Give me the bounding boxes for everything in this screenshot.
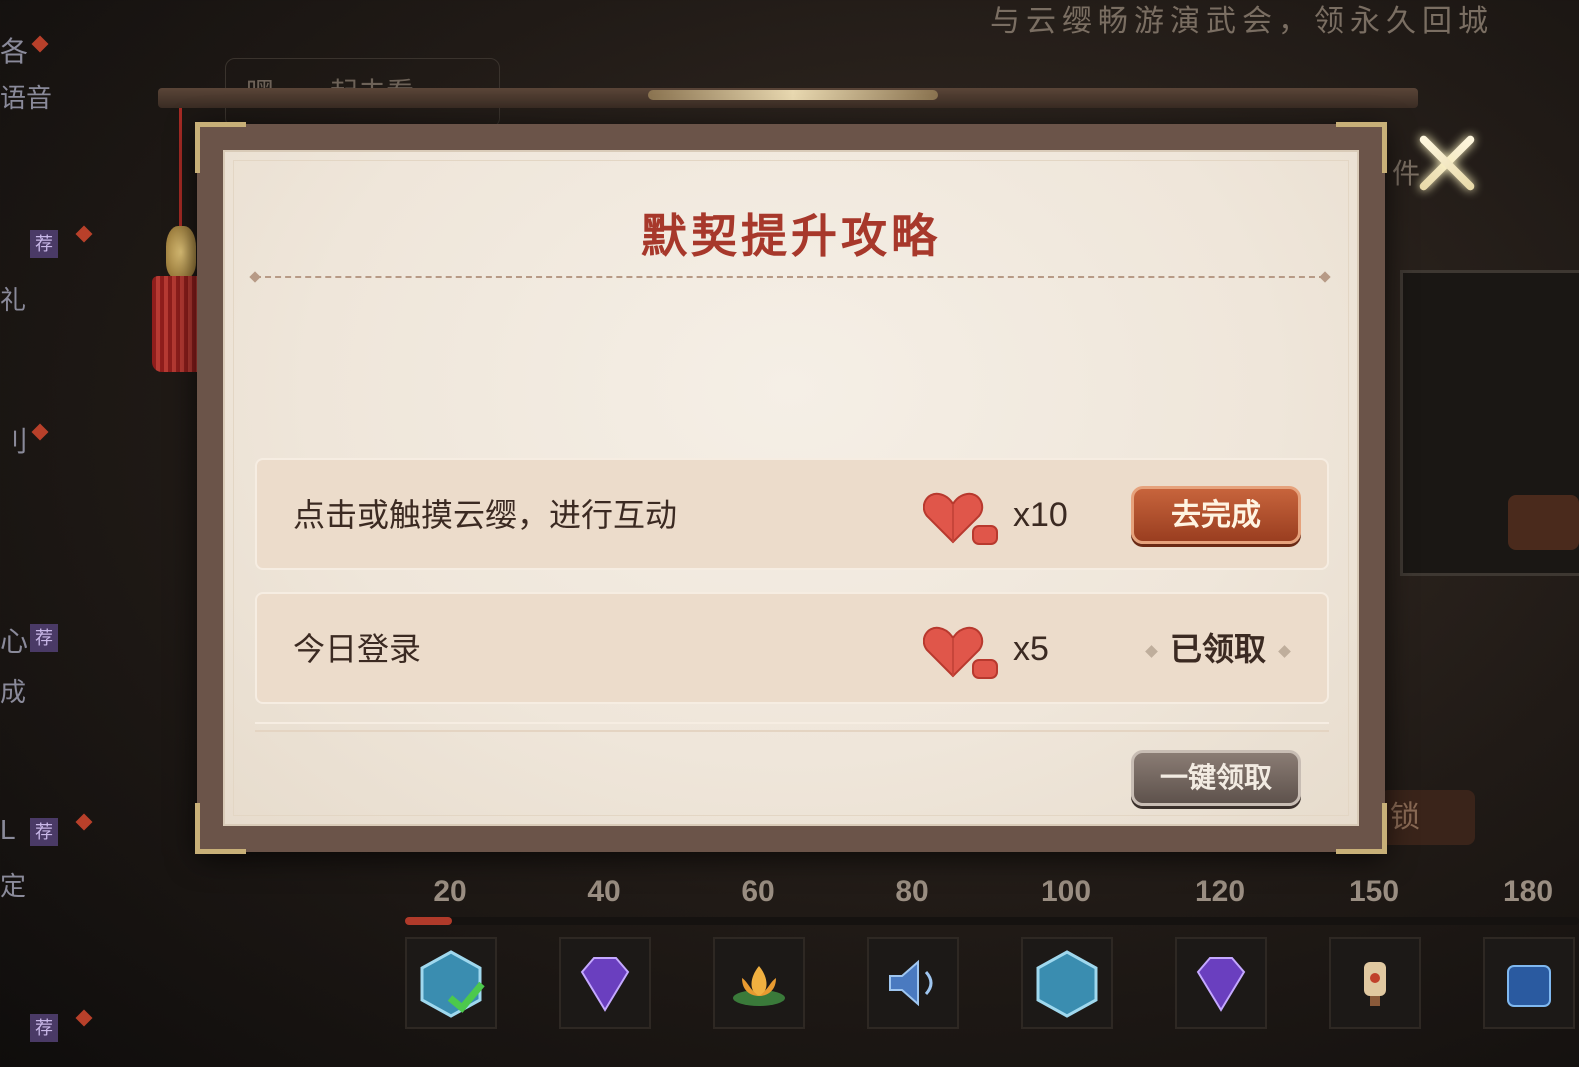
level-label: 40: [587, 875, 621, 908]
level-label: 150: [1348, 875, 1400, 908]
level-label: 100: [1040, 875, 1092, 908]
progress-track: [405, 917, 1579, 925]
reward-slot[interactable]: [559, 937, 651, 1029]
claim-all-button[interactable]: 一键领取: [1131, 750, 1301, 806]
sidebar-entry[interactable]: 刂: [0, 420, 100, 460]
recommend-badge: 荐: [30, 624, 58, 652]
tassel-cord: [179, 108, 182, 228]
level-label: 180: [1502, 875, 1554, 908]
task-row: 今日登录 x5 已领取: [255, 592, 1329, 704]
lotus-icon: [733, 966, 785, 1006]
recommend-badge: 荐: [30, 818, 58, 846]
hexagon-gem-checked-icon: [420, 950, 485, 1018]
dialog-paper: 默契提升攻略 点击或触摸云缨，进行互动 x10 去完成 今日登录 x5 已领取: [223, 150, 1359, 826]
go-complete-button[interactable]: 去完成: [1131, 486, 1301, 544]
progress-fill: [405, 917, 452, 925]
level-label: 80: [895, 875, 929, 908]
sidebar-entry[interactable]: 心 荐 成: [0, 620, 100, 707]
red-dot-icon: [31, 423, 49, 441]
sidebar-entry[interactable]: 各 语音: [0, 30, 100, 113]
side-action-button[interactable]: [1508, 495, 1579, 550]
reward-slot[interactable]: [1483, 937, 1575, 1029]
level-label: 60: [741, 875, 775, 908]
red-dot-icon: [75, 225, 93, 243]
diamond-ornament-icon: [1145, 645, 1158, 658]
level-label: 20: [433, 875, 467, 908]
dialog-title: 默契提升攻略: [641, 209, 941, 263]
level-track: 20 40 60 80 100 120 150 180: [405, 875, 1579, 1045]
red-dot-icon: [75, 1009, 93, 1027]
hexagon-gem-icon: [1036, 950, 1098, 1018]
diamond-ornament-icon: [1278, 645, 1291, 658]
reward-quantity: x5: [1013, 630, 1049, 668]
claimed-status: 已领取: [1133, 594, 1303, 704]
close-icon[interactable]: [1412, 128, 1482, 198]
reward-slot[interactable]: [713, 937, 805, 1029]
reward-slot[interactable]: [1175, 937, 1267, 1029]
lock-button[interactable]: 锁: [1380, 790, 1475, 845]
red-dot-icon: [31, 35, 49, 53]
sidebar-entry[interactable]: L 荐 定: [0, 813, 100, 901]
left-sidebar: 各 语音 荐 礼 刂 心 荐 成 L 荐 定 荐: [0, 0, 93, 1067]
task-row: 点击或触摸云缨，进行互动 x10 去完成: [255, 458, 1329, 570]
rail-ornament: [648, 90, 938, 100]
speaker-icon: [889, 959, 933, 1007]
task-label: 点击或触摸云缨，进行互动: [293, 497, 678, 533]
tassel-knot: [166, 226, 196, 278]
level-label: 120: [1194, 875, 1246, 908]
title-divider: [255, 276, 1325, 278]
task-label: 今日登录: [293, 631, 422, 667]
lantern-icon: [1364, 962, 1386, 1006]
heart-icon: [923, 492, 998, 545]
recommend-badge: 荐: [30, 230, 58, 258]
heart-icon: [923, 626, 998, 679]
blue-crystal-icon: [1507, 965, 1551, 1007]
reward-slot[interactable]: [1021, 937, 1113, 1029]
reward-slot[interactable]: [867, 937, 959, 1029]
reward-slot[interactable]: [1329, 937, 1421, 1029]
recommend-badge: 荐: [30, 1014, 58, 1042]
purple-diamond-icon: [580, 957, 630, 1012]
red-dot-icon: [75, 813, 93, 831]
purple-diamond-icon: [1196, 957, 1246, 1012]
event-banner: 与云缨畅游演武会，领永久回城: [990, 5, 1494, 38]
strategy-dialog: 默契提升攻略 点击或触摸云缨，进行互动 x10 去完成 今日登录 x5 已领取: [195, 122, 1387, 854]
dialog-top-rail: [158, 88, 1418, 108]
list-bottom-divider: [255, 722, 1329, 732]
reward-slot[interactable]: [405, 937, 497, 1029]
reward-quantity: x10: [1013, 496, 1068, 534]
